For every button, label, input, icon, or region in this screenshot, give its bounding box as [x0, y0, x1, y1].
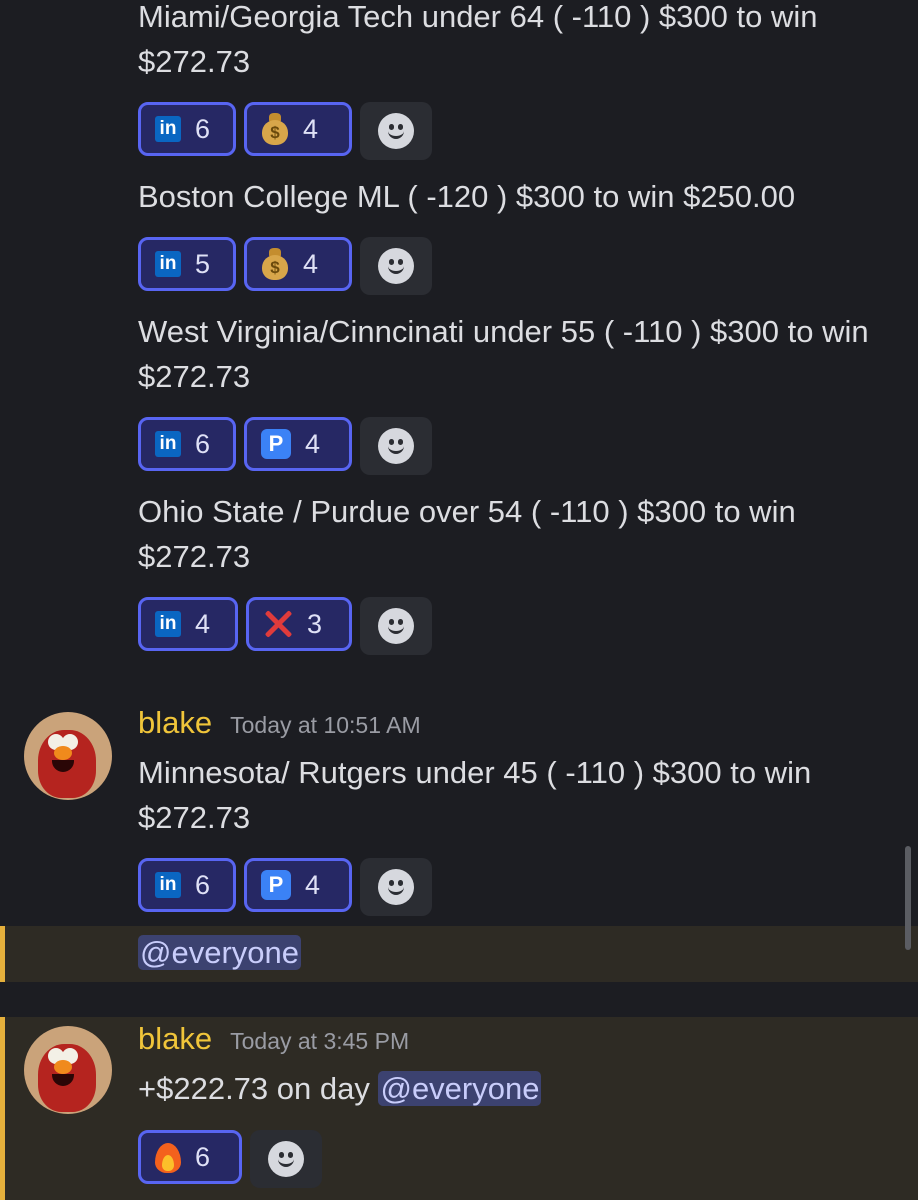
scrollbar[interactable] [905, 846, 911, 950]
add-reaction-button[interactable] [360, 102, 432, 160]
message-text: Ohio State / Purdue over 54 ( -110 ) $30… [138, 494, 796, 574]
smiley-icon [378, 869, 414, 905]
mention-highlight-bar [0, 926, 5, 982]
smiley-icon [378, 248, 414, 284]
reaction-bar: in 6 P 4 [138, 858, 432, 916]
reaction-count: 6 [195, 428, 211, 459]
money-bag-icon: $ [261, 248, 289, 280]
message-header: blake Today at 10:51 AM [138, 705, 421, 741]
linkedin-icon: in [155, 872, 181, 898]
message-text: West Virginia/Cinncinati under 55 ( -110… [138, 314, 869, 394]
author-name[interactable]: blake [138, 705, 212, 741]
p-button-icon: P [261, 870, 291, 900]
avatar[interactable] [24, 1026, 112, 1114]
reaction-count: 6 [195, 869, 211, 900]
avatar[interactable] [24, 712, 112, 800]
reaction-count: 4 [303, 248, 319, 279]
add-reaction-button[interactable] [360, 858, 432, 916]
mention-highlight-bar [0, 1017, 5, 1200]
reaction-count: 4 [305, 869, 321, 900]
reaction-money-bag[interactable]: $ 4 [244, 237, 352, 291]
reaction-bar: in 5 $ 4 [138, 237, 432, 295]
reaction-linkedin[interactable]: in 5 [138, 237, 236, 291]
reaction-p-button[interactable]: P 4 [244, 417, 352, 471]
reaction-count: 4 [303, 113, 319, 144]
chat-log: Miami/Georgia Tech under 64 ( -110 ) $30… [0, 0, 918, 1200]
mention-highlight: @everyone [0, 926, 918, 982]
smiley-icon [378, 608, 414, 644]
mention-everyone[interactable]: @everyone [378, 1071, 542, 1106]
reaction-linkedin[interactable]: in 4 [138, 597, 238, 651]
reaction-count: 4 [305, 428, 321, 459]
reaction-fire[interactable]: 6 [138, 1130, 242, 1184]
reaction-count: 6 [195, 113, 211, 144]
fire-icon [155, 1141, 181, 1173]
smiley-icon [378, 113, 414, 149]
reaction-count: 4 [195, 608, 211, 639]
reaction-bar: 6 [138, 1130, 322, 1188]
reaction-cross-mark[interactable]: 3 [246, 597, 352, 651]
message-text: @everyone [138, 930, 878, 975]
linkedin-icon: in [155, 251, 181, 277]
money-bag-icon: $ [261, 113, 289, 145]
message-text: +$222.73 on day @everyone [138, 1066, 878, 1111]
smiley-icon [378, 428, 414, 464]
reaction-count: 5 [195, 248, 211, 279]
linkedin-icon: in [155, 431, 181, 457]
timestamp: Today at 10:51 AM [230, 712, 421, 738]
timestamp: Today at 3:45 PM [230, 1028, 410, 1054]
reaction-money-bag[interactable]: $ 4 [244, 102, 352, 156]
reaction-count: 6 [195, 1141, 211, 1172]
message-header: blake Today at 3:45 PM [138, 1021, 409, 1057]
reaction-bar: in 6 $ 4 [138, 102, 432, 160]
reaction-p-button[interactable]: P 4 [244, 858, 352, 912]
add-reaction-button[interactable] [250, 1130, 322, 1188]
smiley-icon [268, 1141, 304, 1177]
add-reaction-button[interactable] [360, 597, 432, 655]
cross-mark-icon [263, 609, 293, 639]
author-name[interactable]: blake [138, 1021, 212, 1057]
p-button-icon: P [261, 429, 291, 459]
linkedin-icon: in [155, 116, 181, 142]
add-reaction-button[interactable] [360, 417, 432, 475]
message-text: Boston College ML ( -120 ) $300 to win $… [138, 179, 796, 214]
reaction-linkedin[interactable]: in 6 [138, 102, 236, 156]
reaction-bar: in 4 3 [138, 597, 432, 655]
reaction-count: 3 [307, 608, 323, 639]
reaction-linkedin[interactable]: in 6 [138, 858, 236, 912]
message-text: Minnesota/ Rutgers under 45 ( -110 ) $30… [138, 755, 812, 835]
mention-everyone[interactable]: @everyone [138, 935, 301, 970]
message-text: Miami/Georgia Tech under 64 ( -110 ) $30… [138, 0, 818, 79]
add-reaction-button[interactable] [360, 237, 432, 295]
linkedin-icon: in [155, 611, 181, 637]
reaction-linkedin[interactable]: in 6 [138, 417, 236, 471]
message-text-prefix: +$222.73 on day [138, 1071, 379, 1106]
reaction-bar: in 6 P 4 [138, 417, 432, 475]
